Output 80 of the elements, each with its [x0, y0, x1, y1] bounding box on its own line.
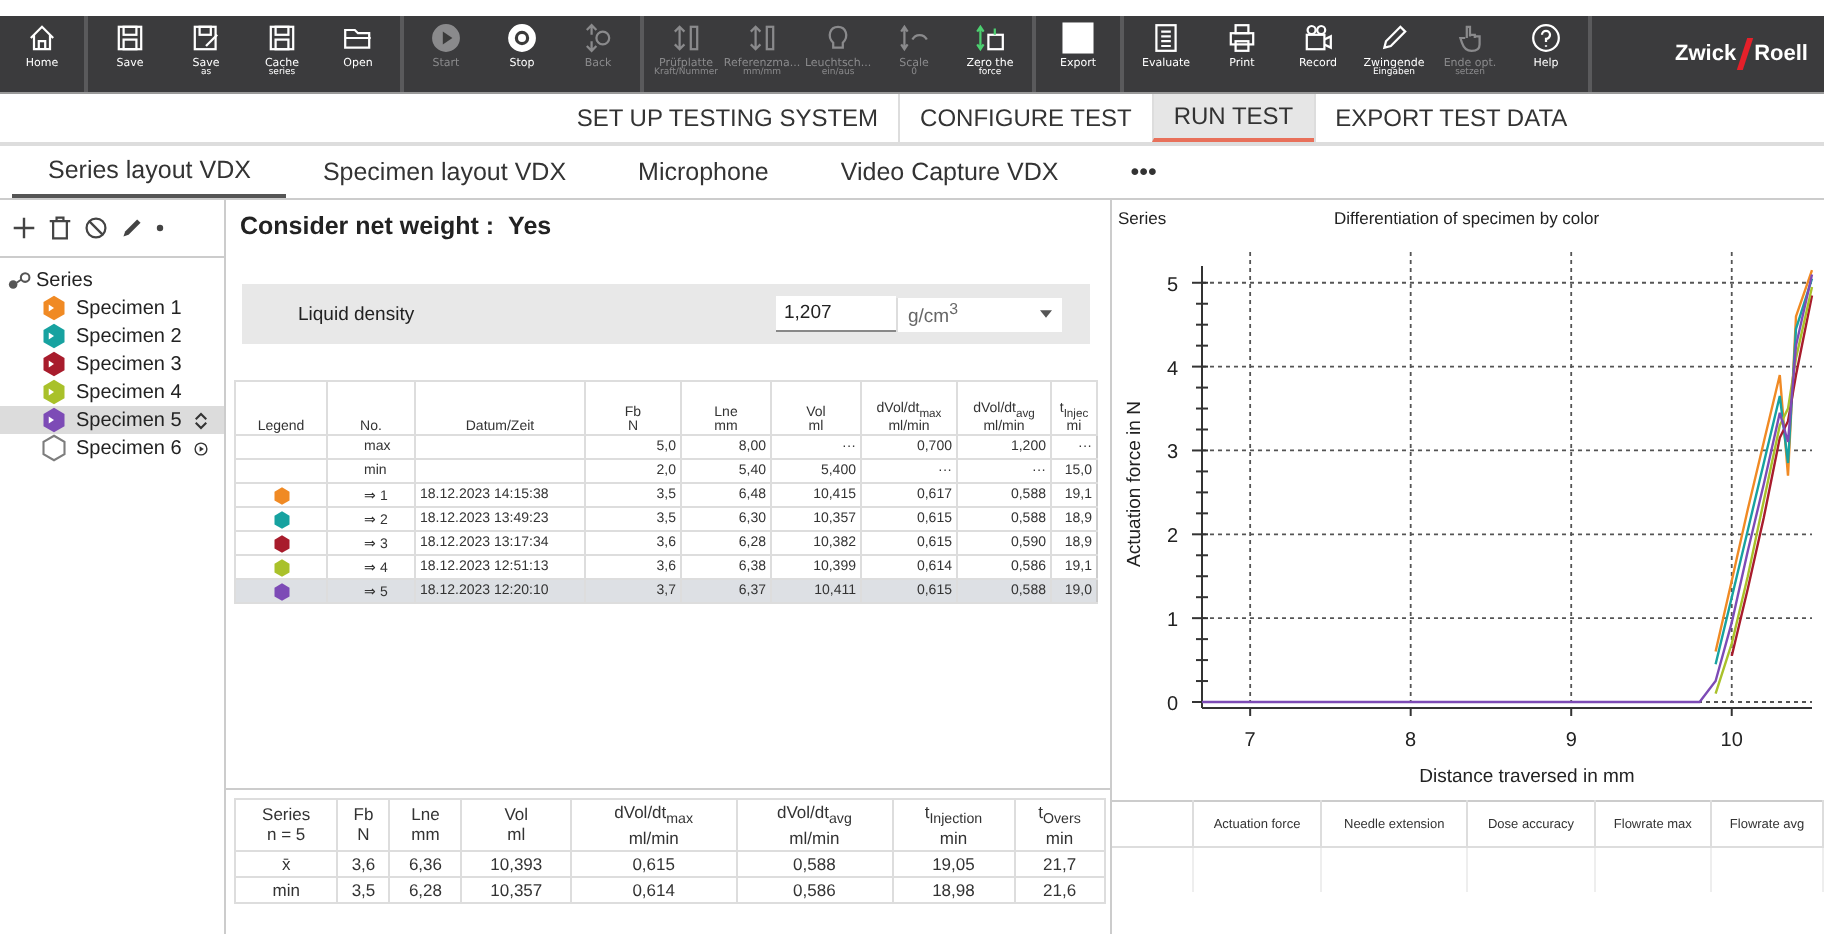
tick-label: 2 [1166, 526, 1178, 549]
table-cell: 3,6 [351, 853, 376, 874]
table-cell: 0,614 [632, 879, 675, 900]
play-icon [430, 22, 462, 54]
table-cell: min [272, 879, 300, 900]
column-header[interactable]: dVol/dt$_{max}$ ml/min [571, 799, 737, 851]
table-cell: 21,7 [1043, 853, 1077, 874]
caret-icon [1040, 310, 1052, 318]
logo: Zwick Roell [1675, 36, 1810, 74]
sub-tab[interactable]: Microphone [602, 146, 805, 198]
tree-item[interactable]: Specimen 5 [0, 406, 224, 434]
sub-tab[interactable]: Video Capture VDX [804, 146, 1095, 198]
column-header[interactable]: Lne mm [389, 799, 462, 851]
density-label: Liquid density [298, 303, 415, 325]
sub-tab[interactable]: Series layout VDX [12, 146, 287, 198]
table-cell: 10,357 [490, 879, 543, 900]
main-tab[interactable]: RUN TEST [1151, 94, 1314, 142]
vertical-arrows-icon [746, 22, 778, 54]
printer-icon [1226, 22, 1258, 54]
table-cell: 0,588 [793, 853, 836, 874]
tick-label: 1 [1166, 610, 1178, 633]
tree-item[interactable]: Specimen 2 [0, 322, 224, 350]
stop-icon [506, 22, 538, 54]
video-camera-icon [1302, 22, 1334, 54]
vertical-arrows-icon [670, 22, 702, 54]
tree-item[interactable]: Specimen 1 [0, 294, 224, 322]
main-tab[interactable]: EXPORT TEST DATA [1313, 94, 1588, 142]
tick-label: 0 [1166, 694, 1178, 716]
link-icon [8, 271, 32, 289]
table-cell: 10,393 [490, 853, 543, 874]
x-axis-title: Distance traversed in mm [1419, 766, 1635, 788]
floppy-disk-pencil-icon [190, 22, 222, 54]
tick-label: 10 [1720, 730, 1743, 752]
tick-label: 7 [1244, 730, 1256, 752]
table-cell: 19,05 [932, 853, 975, 874]
pencil-icon[interactable] [120, 216, 144, 240]
play-circle-icon [193, 439, 208, 457]
tick-label: 5 [1166, 274, 1178, 297]
square-icon [1062, 22, 1094, 54]
column-header[interactable]: t$_{Overs}$ min [1014, 799, 1105, 851]
tick-label: 3 [1166, 442, 1178, 465]
tree-item[interactable]: Specimen 6 [0, 434, 224, 462]
tree-item[interactable]: Specimen 4 [0, 378, 224, 406]
column-header[interactable]: Fb N [337, 799, 390, 851]
column-header[interactable]: t$_{Injection}$ min [892, 799, 1015, 851]
column-header[interactable]: Vol ml [461, 799, 572, 851]
tick-label: 9 [1565, 730, 1577, 752]
unit-dropdown[interactable]: g/cm$^{3}$ [896, 297, 1062, 331]
y-axis-title: Actuation force in N [1124, 401, 1146, 567]
home-icon [26, 22, 58, 54]
help-icon [1530, 22, 1562, 54]
tree-item[interactable]: Specimen 3 [0, 350, 224, 378]
chart-title: Differentiation of specimen by color [1334, 208, 1600, 228]
table-cell: 18,98 [932, 879, 975, 900]
net-weight-label: Consider net weight : Yes [238, 210, 554, 244]
tick-label: 8 [1405, 730, 1417, 752]
cancel-icon[interactable] [84, 216, 108, 240]
column-header[interactable]: dVol/dt$_{avg}$ ml/min [736, 799, 893, 851]
table-cell: 0,586 [793, 879, 836, 900]
series-label: Series [1116, 208, 1169, 228]
table-cell: x̄ [281, 853, 291, 874]
table-cell: 0,615 [632, 853, 675, 874]
tree-item[interactable]: Series [36, 269, 93, 291]
add-icon[interactable] [12, 216, 36, 240]
updown-icon [193, 411, 208, 429]
table-cell: 3,5 [351, 879, 376, 900]
sub-tab[interactable]: ••• [1094, 146, 1193, 198]
table-cell: 6,36 [408, 853, 442, 874]
column-header[interactable]: Series n = 5 [235, 799, 338, 851]
main-tab[interactable]: SET UP TESTING SYSTEM [556, 94, 899, 142]
density-field[interactable]: 1,207 [776, 296, 896, 332]
more-icon[interactable] [156, 224, 164, 232]
delete-icon[interactable] [48, 216, 72, 240]
table-cell: 6,28 [408, 879, 442, 900]
sub-tab[interactable]: Specimen layout VDX [286, 146, 603, 198]
tick-label: 4 [1166, 358, 1178, 381]
document-icon [1150, 22, 1182, 54]
pencil-icon [1378, 22, 1410, 54]
table-cell: 21,6 [1043, 879, 1077, 900]
hand-icon [1454, 22, 1486, 54]
